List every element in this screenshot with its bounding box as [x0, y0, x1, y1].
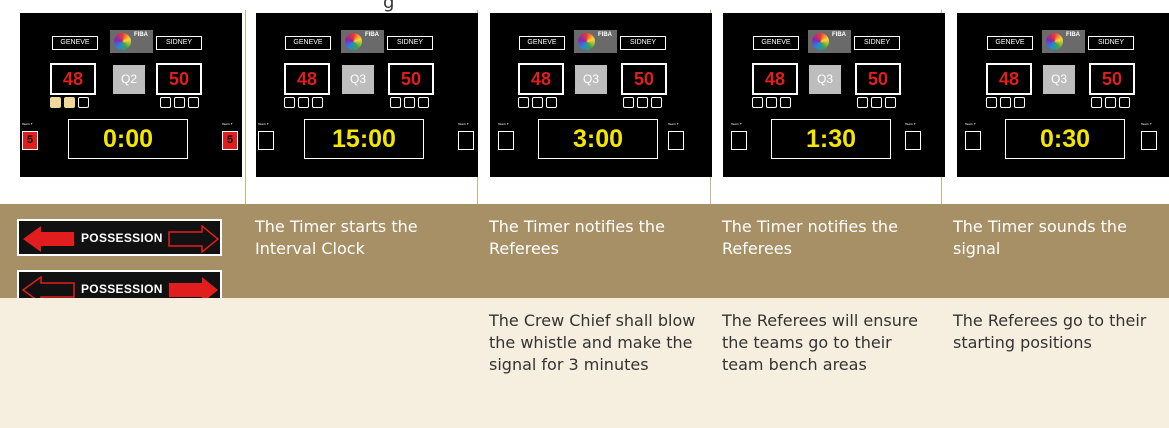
home-team-fouls	[986, 97, 1025, 108]
home-team-name: GENEVE	[285, 36, 331, 50]
home-score: 48	[518, 63, 564, 95]
away-score: 50	[156, 63, 202, 95]
row1-cell: The Timer sounds the signal	[953, 217, 1127, 258]
fiba-logo: FIBA	[341, 30, 384, 53]
away-team-name: SIDNEY	[387, 36, 433, 50]
away-team-name: SIDNEY	[156, 36, 202, 50]
away-timeouts: 5	[222, 131, 238, 150]
away-team-name: SIDNEY	[1088, 36, 1134, 50]
home-timeouts	[965, 131, 981, 150]
home-timeout-label: Team F	[498, 122, 509, 126]
home-team-fouls	[752, 97, 791, 108]
home-timeout-label: Team F	[731, 122, 742, 126]
quarter-indicator: Q3	[1043, 65, 1075, 94]
away-team-name: SIDNEY	[854, 36, 900, 50]
away-team-name: SIDNEY	[620, 36, 666, 50]
home-timeouts	[731, 131, 747, 150]
possession-arrow-left: POSSESSION	[17, 219, 222, 256]
top-strip	[0, 0, 1169, 10]
header-text: g	[383, 0, 395, 13]
scoreboard: GENEVE FIBA SIDNEY 48 Q3 50 Team F 15:00…	[256, 13, 478, 177]
game-clock: 3:00	[538, 119, 658, 159]
home-score: 48	[284, 63, 330, 95]
away-timeout-label: Team F	[905, 122, 916, 126]
home-timeout-label: Team F	[965, 122, 976, 126]
home-timeouts	[258, 131, 274, 150]
possession-label: POSSESSION	[81, 231, 163, 245]
row2-cell: The Referees will ensure the teams go to…	[722, 311, 918, 374]
fiba-logo: FIBA	[110, 30, 153, 53]
home-team-name: GENEVE	[52, 36, 98, 50]
game-clock: 1:30	[771, 119, 891, 159]
away-team-fouls	[390, 97, 429, 108]
game-clock: 0:30	[1005, 119, 1125, 159]
game-clock: 0:00	[68, 119, 188, 159]
home-team-fouls	[518, 97, 557, 108]
away-team-fouls	[623, 97, 662, 108]
away-timeouts	[668, 131, 684, 150]
fiba-logo: FIBA	[808, 30, 851, 53]
away-timeouts	[458, 131, 474, 150]
home-timeout-label: Team F	[22, 122, 33, 126]
away-score: 50	[855, 63, 901, 95]
timer-actions-row: POSSESSION POSSESSION The Timer starts t…	[0, 204, 1169, 307]
away-timeout-label: Team F	[458, 122, 469, 126]
home-score: 48	[752, 63, 798, 95]
game-clock: 15:00	[304, 119, 424, 159]
home-team-name: GENEVE	[519, 36, 565, 50]
home-timeout-label: Team F	[258, 122, 269, 126]
away-timeout-label: Team F	[222, 122, 233, 126]
row1-cell: The Timer notifies the Referees	[489, 217, 665, 258]
away-score: 50	[1089, 63, 1135, 95]
fiba-logo: FIBA	[1042, 30, 1085, 53]
home-team-name: GENEVE	[987, 36, 1033, 50]
scoreboard: GENEVE FIBA SIDNEY 48 Q2 50 Team F 5 0:0…	[20, 13, 242, 177]
possession-label: POSSESSION	[81, 282, 163, 296]
home-score: 48	[986, 63, 1032, 95]
away-timeouts	[1141, 131, 1157, 150]
quarter-indicator: Q3	[809, 65, 841, 94]
fiba-logo: FIBA	[574, 30, 617, 53]
away-score: 50	[621, 63, 667, 95]
away-timeouts	[905, 131, 921, 150]
home-timeouts: 5	[22, 131, 38, 150]
quarter-indicator: Q2	[113, 65, 145, 94]
referee-actions-row: The Crew Chief shall blow the whistle an…	[0, 298, 1169, 428]
home-team-name: GENEVE	[753, 36, 799, 50]
home-timeouts	[498, 131, 514, 150]
home-score: 48	[50, 63, 96, 95]
row1-cell: The Timer starts the Interval Clock	[255, 217, 418, 258]
home-team-fouls	[50, 97, 89, 108]
scoreboard: GENEVE FIBA SIDNEY 48 Q3 50 Team F 0:30 …	[957, 13, 1169, 177]
quarter-indicator: Q3	[575, 65, 607, 94]
away-timeout-label: Team F	[1141, 122, 1152, 126]
away-team-fouls	[160, 97, 199, 108]
away-team-fouls	[857, 97, 896, 108]
scoreboard: GENEVE FIBA SIDNEY 48 Q3 50 Team F 1:30 …	[723, 13, 945, 177]
away-score: 50	[388, 63, 434, 95]
away-team-fouls	[1091, 97, 1130, 108]
row2-cell: The Referees go to their starting positi…	[953, 311, 1147, 352]
quarter-indicator: Q3	[342, 65, 374, 94]
home-team-fouls	[284, 97, 323, 108]
away-timeout-label: Team F	[668, 122, 679, 126]
row1-cell: The Timer notifies the Referees	[722, 217, 898, 258]
row2-cell: The Crew Chief shall blow the whistle an…	[489, 311, 696, 374]
scoreboard: GENEVE FIBA SIDNEY 48 Q3 50 Team F 3:00 …	[490, 13, 712, 177]
